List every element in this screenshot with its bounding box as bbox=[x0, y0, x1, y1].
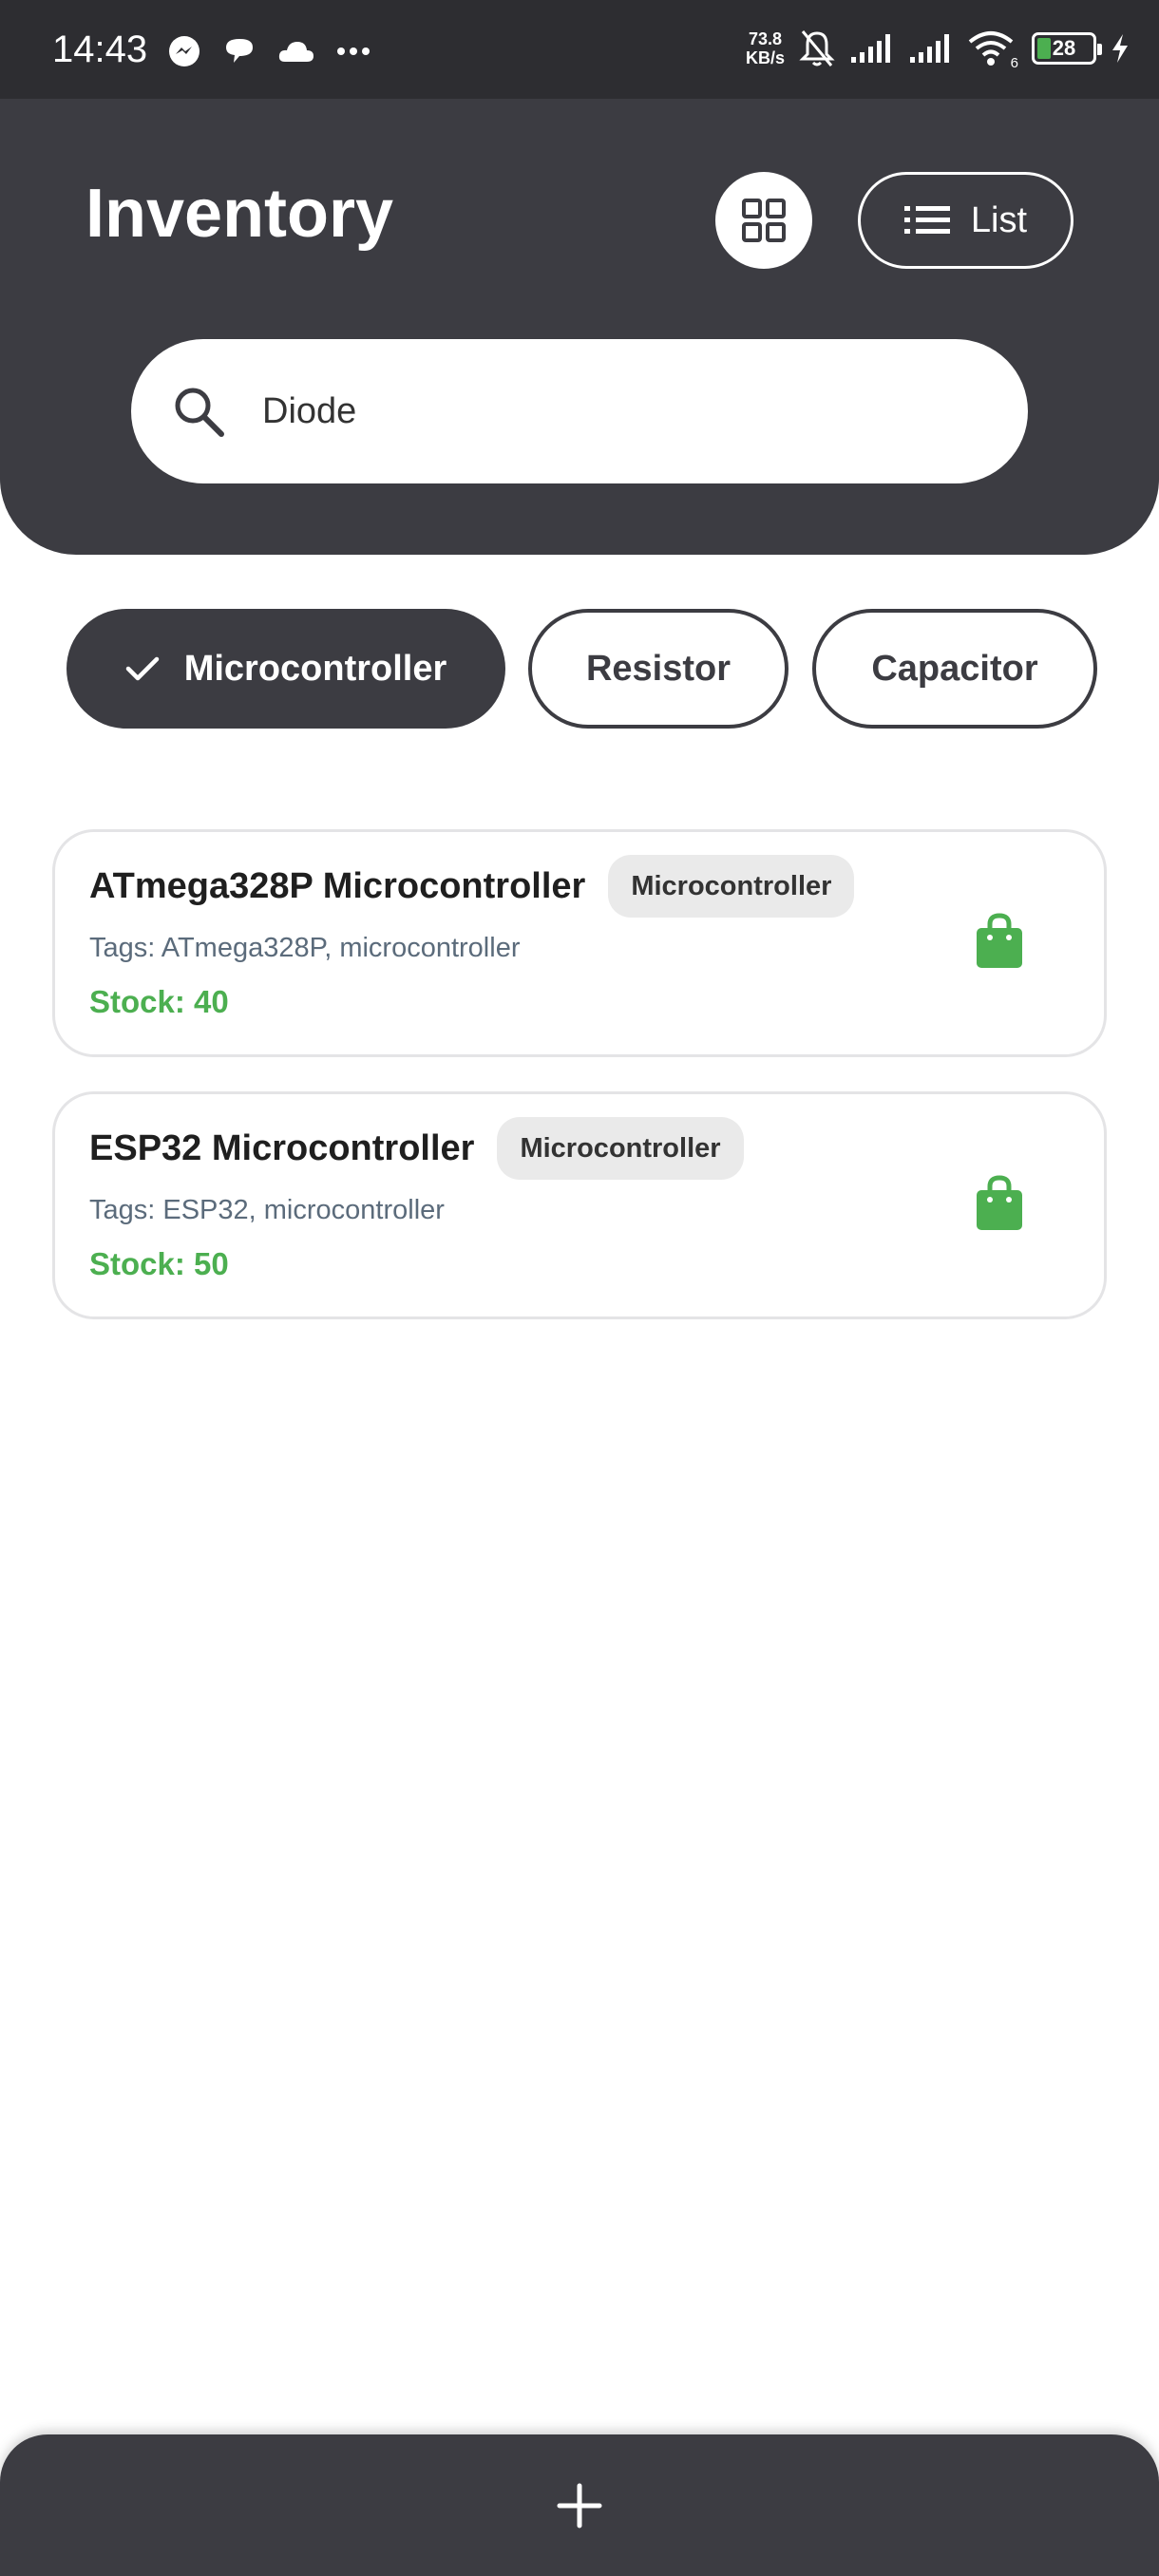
filter-chip-label: Microcontroller bbox=[183, 648, 447, 689]
list-button-label: List bbox=[970, 199, 1028, 240]
network-speed-unit: KB/s bbox=[745, 48, 785, 67]
inventory-item-card[interactable]: ATmega328P Microcontroller Microcontroll… bbox=[52, 829, 1107, 1057]
cloud-icon bbox=[278, 42, 314, 62]
system-icons: 73.8 KB/s 6 28 bbox=[746, 28, 1130, 71]
bottom-bar bbox=[0, 2434, 1159, 2576]
wifi-indicator: 6 bbox=[967, 29, 1018, 71]
item-tags: Tags: ESP32, microcontroller bbox=[89, 1195, 445, 1225]
network-speed: 73.8 KB/s bbox=[746, 29, 785, 67]
inventory-item-card[interactable]: ESP32 Microcontroller Microcontroller Ta… bbox=[52, 1091, 1107, 1319]
search-bar[interactable]: Diode bbox=[131, 339, 1028, 483]
shopping-bag-icon[interactable] bbox=[975, 913, 1024, 970]
item-stock: Stock: 40 bbox=[89, 984, 229, 1019]
search-input[interactable]: Diode bbox=[262, 391, 356, 432]
category-badge: Microcontroller bbox=[497, 1117, 744, 1180]
page-title: Inventory bbox=[86, 176, 394, 252]
filter-chip-label: Capacitor bbox=[871, 648, 1038, 689]
chat-icon bbox=[226, 39, 253, 63]
filter-chip-resistor[interactable]: Resistor bbox=[528, 609, 788, 729]
item-name: ATmega328P Microcontroller bbox=[89, 865, 586, 906]
shopping-bag-icon[interactable] bbox=[975, 1175, 1024, 1232]
wifi-generation-label: 6 bbox=[1010, 55, 1018, 71]
battery-icon: 28 bbox=[1032, 32, 1102, 65]
item-name: ESP32 Microcontroller bbox=[89, 1127, 475, 1168]
filter-chip-capacitor[interactable]: Capacitor bbox=[812, 609, 1097, 729]
item-tags: Tags: ATmega328P, microcontroller bbox=[89, 933, 521, 963]
grid-view-button[interactable] bbox=[715, 172, 812, 269]
network-speed-value: 73.8 bbox=[748, 29, 783, 48]
wifi-icon bbox=[968, 31, 1014, 66]
bell-off-icon bbox=[799, 30, 835, 66]
signal-icon bbox=[851, 34, 890, 63]
search-icon bbox=[175, 388, 224, 437]
category-badge: Microcontroller bbox=[608, 855, 855, 918]
notification-icons bbox=[167, 34, 370, 68]
messenger-icon bbox=[169, 36, 200, 66]
battery-level: 28 bbox=[1052, 36, 1076, 60]
filter-chip-label: Resistor bbox=[585, 648, 732, 689]
more-dots-icon bbox=[337, 47, 370, 55]
check-icon bbox=[125, 656, 159, 681]
status-time: 14:43 bbox=[52, 28, 148, 70]
grid-icon bbox=[742, 199, 786, 242]
list-view-button[interactable]: List bbox=[858, 172, 1074, 269]
app-screen: 14:43 73.8 KB/s 6 28 Inventory List Diod… bbox=[0, 0, 1159, 2576]
plus-icon[interactable] bbox=[557, 2483, 602, 2529]
list-icon bbox=[903, 206, 950, 234]
charging-icon bbox=[1112, 34, 1128, 63]
signal-icon bbox=[910, 34, 949, 63]
item-stock: Stock: 50 bbox=[89, 1246, 229, 1281]
status-bar: 14:43 73.8 KB/s 6 28 bbox=[0, 0, 1159, 99]
header: Inventory List Diode bbox=[0, 99, 1159, 555]
filter-chip-microcontroller[interactable]: Microcontroller bbox=[66, 609, 505, 729]
